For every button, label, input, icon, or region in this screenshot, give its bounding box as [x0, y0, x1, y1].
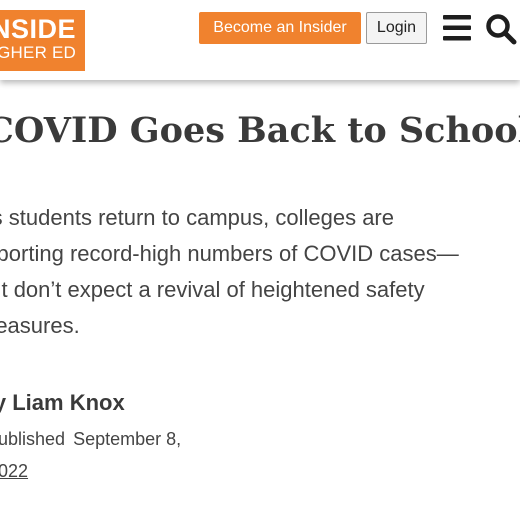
- logo-line-1: INSIDE: [0, 14, 76, 44]
- hamburger-menu-icon[interactable]: [443, 14, 471, 42]
- logo-line-2: HIGHER ED: [0, 43, 76, 62]
- published-year: 2022: [0, 461, 29, 481]
- login-button[interactable]: Login: [366, 12, 427, 44]
- published-label: Published: [0, 429, 66, 449]
- author-byline[interactable]: By Liam Knox: [0, 385, 125, 421]
- article-headline: COVID Goes Back to School: [0, 110, 520, 151]
- page: INSIDE HIGHER ED Become an Insider Login…: [0, 0, 520, 520]
- dek-line: measures.: [0, 313, 80, 338]
- search-icon[interactable]: [485, 13, 517, 45]
- dek-line: reporting record-high numbers of COVID c…: [0, 241, 459, 266]
- dek-line: but don’t expect a revival of heightened…: [0, 277, 425, 302]
- article-dek: As students return to campus, colleges a…: [0, 200, 517, 344]
- site-header: INSIDE HIGHER ED Become an Insider Login: [0, 0, 520, 80]
- become-insider-button[interactable]: Become an Insider: [199, 12, 361, 44]
- site-logo[interactable]: INSIDE HIGHER ED: [0, 10, 85, 71]
- published-info: Published September 8,: [0, 424, 181, 454]
- published-date: September 8,: [73, 429, 182, 449]
- dek-line: As students return to campus, colleges a…: [0, 205, 394, 230]
